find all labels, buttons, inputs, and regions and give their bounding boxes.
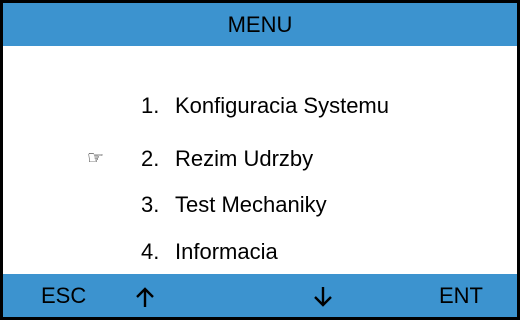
esc-button[interactable]: ESC: [41, 274, 86, 317]
page-title: MENU: [227, 12, 293, 37]
softkey-bar: ESC ENT: [3, 274, 517, 317]
menu-item-label: Rezim Udrzby: [175, 146, 314, 171]
menu-item-konfiguracia-systemu[interactable]: 1. Konfiguracia Systemu: [3, 83, 517, 129]
pointing-hand-icon: ☞: [87, 147, 105, 169]
title-bar: MENU: [3, 3, 517, 46]
menu-item-number: 1.: [141, 93, 160, 118]
up-button[interactable]: [133, 274, 157, 317]
menu-screen: MENU 1. Konfiguracia Systemu ☞ 2. Rezim …: [0, 0, 520, 320]
down-button[interactable]: [311, 274, 335, 317]
menu-item-label: Informacia: [175, 239, 278, 264]
menu-item-number: 2.: [141, 146, 160, 171]
arrow-down-icon: [314, 287, 332, 307]
menu-item-informacia[interactable]: 4. Informacia: [3, 229, 517, 275]
arrow-up-icon: [136, 287, 154, 307]
menu-item-number: 3.: [141, 192, 160, 217]
menu-item-test-mechaniky[interactable]: 3. Test Mechaniky: [3, 182, 517, 228]
menu-list: 1. Konfiguracia Systemu ☞ 2. Rezim Udrzb…: [3, 46, 517, 274]
menu-item-label: Test Mechaniky: [175, 192, 327, 217]
menu-item-number: 4.: [141, 239, 160, 264]
menu-item-label: Konfiguracia Systemu: [175, 93, 389, 118]
menu-item-rezim-udrzby[interactable]: ☞ 2. Rezim Udrzby: [3, 136, 517, 182]
ent-button[interactable]: ENT: [439, 274, 483, 317]
